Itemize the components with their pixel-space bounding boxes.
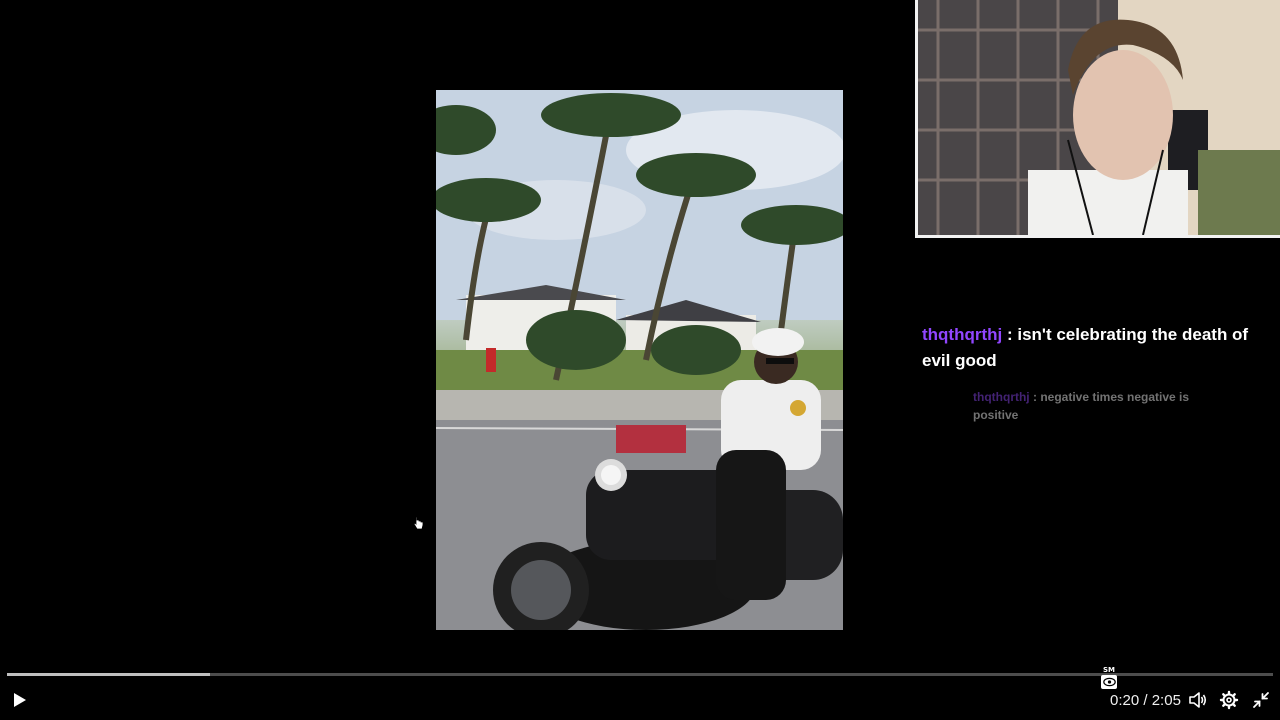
current-time: 0:20 — [1110, 692, 1140, 709]
overlay-tiny-label: SM — [1102, 666, 1115, 674]
volume-icon — [1189, 692, 1207, 708]
webcam-overlay — [915, 0, 1280, 238]
chat-separator: : — [1002, 325, 1018, 344]
chat-username: thqthqrthj — [973, 390, 1030, 404]
progress-bar[interactable] — [7, 673, 1273, 676]
play-button[interactable] — [7, 688, 31, 712]
exit-fullscreen-icon — [1253, 692, 1269, 708]
webcam-image — [918, 0, 1280, 235]
main-video-frame[interactable] — [436, 90, 843, 630]
exit-fullscreen-button[interactable] — [1249, 688, 1273, 712]
time-separator: / — [1139, 692, 1152, 709]
progress-fill — [7, 673, 210, 676]
volume-button[interactable] — [1186, 688, 1210, 712]
gear-icon — [1219, 690, 1239, 710]
play-icon — [14, 693, 26, 707]
chat-username: thqthqrthj — [922, 325, 1003, 344]
chat-message: thqthqrthj : negative times negative is … — [973, 388, 1203, 424]
settings-button[interactable] — [1217, 688, 1241, 712]
video-player[interactable]: thqthqrthj : isn't celebrating the death… — [0, 0, 1280, 720]
eye-icon — [1101, 675, 1117, 689]
chat-overlay: thqthqrthj : isn't celebrating the death… — [920, 322, 1275, 422]
video-scene-image — [436, 90, 843, 630]
duration: 2:05 — [1151, 692, 1181, 709]
time-display: 0:20 / 2:05 — [1110, 691, 1181, 711]
hand-cursor-icon — [413, 516, 424, 530]
chat-separator: : — [1029, 390, 1041, 404]
chat-message: thqthqrthj : isn't celebrating the death… — [920, 322, 1275, 374]
